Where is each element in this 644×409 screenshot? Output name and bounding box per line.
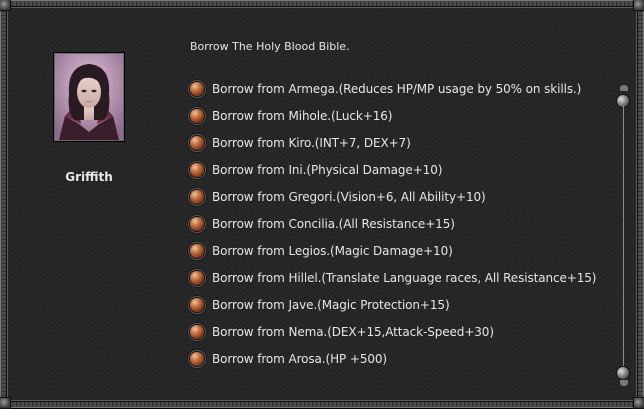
scrollbar-track[interactable] (623, 106, 624, 368)
option-label: Borrow from Hillel.(Translate Language r… (212, 270, 597, 285)
npc-name: Griffith (65, 170, 113, 184)
scrollbar-up-cap[interactable] (619, 84, 629, 92)
option-bullet-icon (190, 108, 204, 123)
option-label: Borrow from Nema.(DEX+15,Attack-Speed+30… (212, 324, 494, 339)
dialog-option[interactable]: Borrow from Legios.(Magic Damage+10) (190, 237, 610, 264)
option-bullet-icon (190, 216, 204, 231)
option-label: Borrow from Legios.(Magic Damage+10) (212, 243, 453, 258)
option-bullet-icon (190, 270, 204, 285)
dialog-option[interactable]: Borrow from Gregori.(Vision+6, All Abili… (190, 183, 610, 210)
frame-corner-rivet-icon (633, 0, 644, 11)
option-label: Borrow from Ini.(Physical Damage+10) (212, 162, 443, 177)
option-label: Borrow from Concilia.(All Resistance+15) (212, 216, 455, 231)
dialog-option[interactable]: Borrow from Hillel.(Translate Language r… (190, 264, 610, 291)
option-bullet-icon (190, 135, 204, 150)
dialog-option[interactable]: Borrow from Concilia.(All Resistance+15) (190, 210, 610, 237)
dialog-option[interactable]: Borrow from Mihole.(Luck+16) (190, 102, 610, 129)
dialog-option[interactable]: Borrow from Nema.(DEX+15,Attack-Speed+30… (190, 318, 610, 345)
dialog-options-list: Borrow from Armega.(Reduces HP/MP usage … (190, 75, 610, 372)
option-label: Borrow from Mihole.(Luck+16) (212, 108, 393, 123)
option-bullet-icon (190, 162, 204, 177)
option-label: Borrow from Jave.(Magic Protection+15) (212, 297, 450, 312)
dialog-option[interactable]: Borrow from Arosa.(HP +500) (190, 345, 610, 372)
dialog-title: Borrow The Holy Blood Bible. (190, 40, 350, 53)
option-bullet-icon (190, 297, 204, 312)
dialog-option[interactable]: Borrow from Armega.(Reduces HP/MP usage … (190, 75, 610, 102)
option-label: Borrow from Armega.(Reduces HP/MP usage … (212, 81, 582, 96)
dialog-option[interactable]: Borrow from Jave.(Magic Protection+15) (190, 291, 610, 318)
npc-dialog-window: Griffith Borrow The Holy Blood Bible. Bo… (0, 0, 644, 409)
scrollbar-down-cap[interactable] (619, 379, 629, 387)
option-label: Borrow from Kiro.(INT+7, DEX+7) (212, 135, 411, 150)
scrollbar-bottom-knob[interactable] (617, 367, 629, 379)
woman-portrait-icon (55, 54, 123, 140)
frame-corner-rivet-icon (633, 397, 644, 409)
option-bullet-icon (190, 189, 204, 204)
dialog-option[interactable]: Borrow from Ini.(Physical Damage+10) (190, 156, 610, 183)
option-bullet-icon (190, 243, 204, 258)
frame-corner-rivet-icon (0, 0, 11, 11)
option-label: Borrow from Gregori.(Vision+6, All Abili… (212, 189, 486, 204)
option-label: Borrow from Arosa.(HP +500) (212, 351, 388, 366)
frame-corner-rivet-icon (0, 397, 11, 409)
option-bullet-icon (190, 351, 204, 366)
option-bullet-icon (190, 81, 204, 96)
option-bullet-icon (190, 324, 204, 339)
dialog-option[interactable]: Borrow from Kiro.(INT+7, DEX+7) (190, 129, 610, 156)
npc-portrait (54, 53, 124, 141)
